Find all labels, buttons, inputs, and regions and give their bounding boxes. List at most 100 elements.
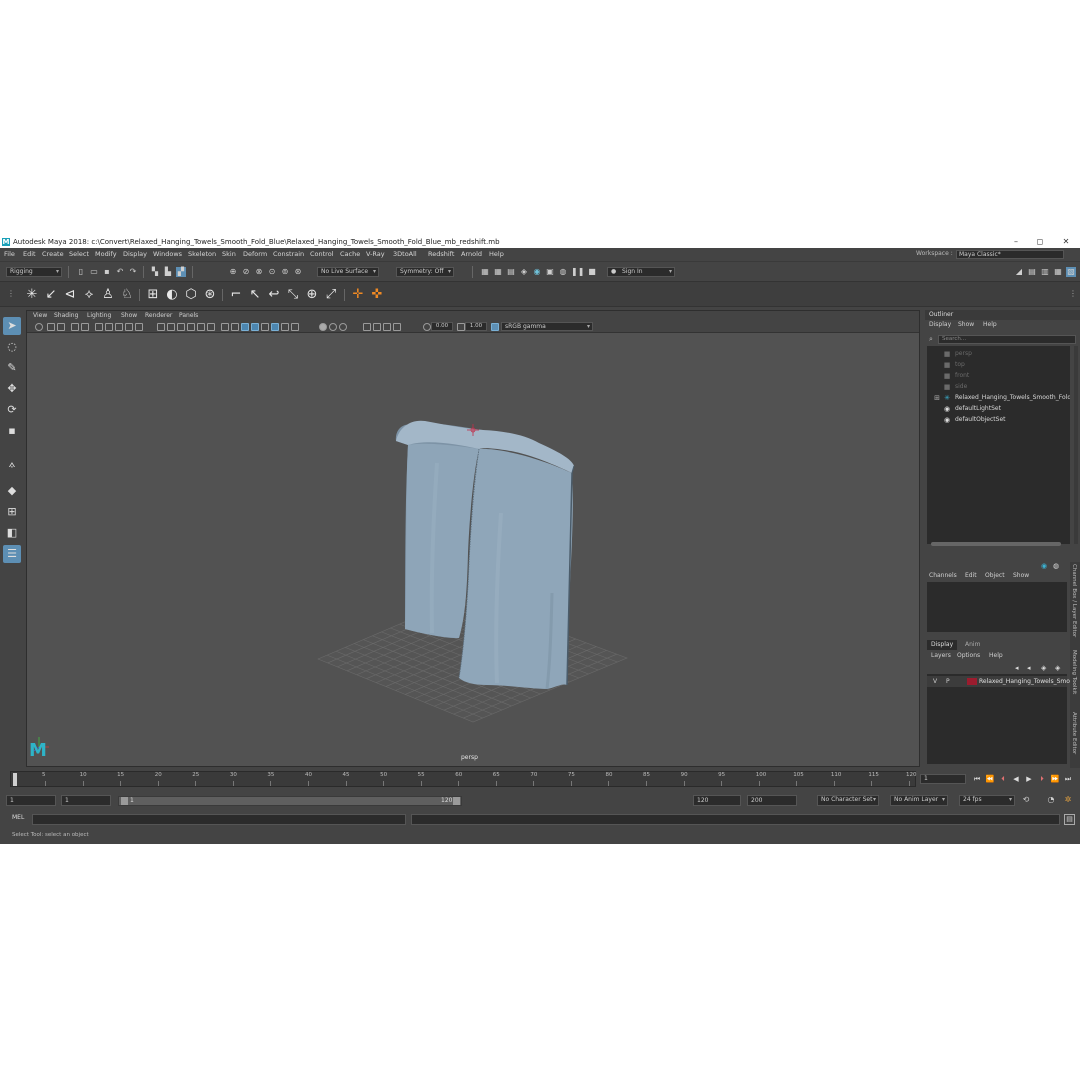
menu-vray[interactable]: V-Ray xyxy=(366,248,385,260)
panel-menu-show[interactable]: Show xyxy=(121,311,137,321)
outliner-item-default-light-set[interactable]: ◉ defaultLightSet xyxy=(927,403,1070,414)
playback-end-field[interactable]: 120 xyxy=(693,795,741,806)
new-layer-selected-icon[interactable]: ◈ xyxy=(1055,664,1060,672)
sign-in-button[interactable]: ● Sign In xyxy=(607,267,675,277)
shelf-scroll-icon[interactable]: ⋮ xyxy=(1068,289,1078,299)
depth-of-field-icon[interactable] xyxy=(251,323,259,331)
smooth-shade-icon[interactable] xyxy=(167,323,175,331)
last-tool-icon[interactable]: ⟑ xyxy=(3,455,21,473)
tab-display[interactable]: Display xyxy=(927,640,958,650)
panel-menu-view[interactable]: View xyxy=(33,311,47,321)
snap-surface-icon[interactable]: ⊚ xyxy=(280,267,290,277)
menu-cache[interactable]: Cache xyxy=(340,248,360,260)
panel-menu-panels[interactable]: Panels xyxy=(179,311,198,321)
playhead[interactable] xyxy=(13,773,17,786)
view-transform-select[interactable]: sRGB gamma xyxy=(501,322,593,331)
step-back-frame-icon[interactable]: ⏴ xyxy=(998,774,1008,784)
menu-3dtoall[interactable]: 3DtoAll xyxy=(393,248,417,260)
minimize-button[interactable]: – xyxy=(1006,236,1026,248)
workspace-select[interactable]: Maya Classic* xyxy=(956,250,1064,259)
menu-constrain[interactable]: Constrain xyxy=(273,248,304,260)
menu-redshift[interactable]: Redshift xyxy=(428,248,454,260)
smooth-bind-icon[interactable]: ⟡ xyxy=(81,287,97,303)
image-plane-icon[interactable] xyxy=(57,323,65,331)
snap-live-icon[interactable]: ⊛ xyxy=(293,267,303,277)
redo-icon[interactable]: ↷ xyxy=(128,267,138,277)
menu-skin[interactable]: Skin xyxy=(222,248,236,260)
joint-icon[interactable]: ✳ xyxy=(24,287,40,303)
outliner-item-default-object-set[interactable]: ◉ defaultObjectSet xyxy=(927,414,1070,425)
playback-start-field[interactable]: 1 xyxy=(61,795,111,806)
textured-icon[interactable] xyxy=(187,323,195,331)
menu-control[interactable]: Control xyxy=(310,248,334,260)
menu-create[interactable]: Create xyxy=(42,248,64,260)
select-by-component-icon[interactable]: ▞ xyxy=(176,267,186,277)
parent-constraint-icon[interactable]: ⌐ xyxy=(228,287,244,303)
outliner-horizontal-scrollbar[interactable] xyxy=(931,542,1061,546)
snap-curve-icon[interactable]: ⊘ xyxy=(241,267,251,277)
menuset-select[interactable]: Rigging xyxy=(6,267,62,277)
script-editor-icon[interactable]: ▤ xyxy=(1064,814,1075,825)
outliner-vertical-scrollbar[interactable] xyxy=(1074,346,1078,544)
render-current-icon[interactable]: ▦ xyxy=(480,267,490,277)
step-back-key-icon[interactable]: ⏪ xyxy=(985,774,995,784)
single-pane-layout-icon[interactable]: ◆ xyxy=(3,482,21,500)
panel-menu-shading[interactable]: Shading xyxy=(54,311,78,321)
move-tool-icon[interactable]: ✥ xyxy=(3,380,21,398)
arnold-render-icon[interactable]: ◍ xyxy=(558,267,568,277)
redshift-render-icon[interactable]: ▣ xyxy=(545,267,555,277)
mel-input[interactable] xyxy=(32,814,406,825)
menu-help[interactable]: Help xyxy=(489,248,504,260)
cluster-icon[interactable]: ◐ xyxy=(164,287,180,303)
layer-editor-icon[interactable]: ▧ xyxy=(1066,267,1076,277)
side-tab-modeling-toolkit[interactable]: Modeling Toolkit xyxy=(1071,650,1077,694)
save-scene-icon[interactable]: ▪ xyxy=(102,267,112,277)
gamma-icon[interactable] xyxy=(457,323,465,331)
menu-modify[interactable]: Modify xyxy=(95,248,117,260)
snap-grid-icon[interactable]: ⊕ xyxy=(228,267,238,277)
lasso-tool-icon[interactable]: ◌ xyxy=(3,338,21,356)
layer-visibility-toggle[interactable]: V xyxy=(933,676,937,687)
rotate-tool-icon[interactable]: ⟳ xyxy=(3,401,21,419)
outliner-item-side[interactable]: ■ side xyxy=(927,381,1070,392)
sculpt-icon[interactable]: ⊛ xyxy=(202,287,218,303)
select-tool-icon[interactable]: ➤ xyxy=(3,317,21,335)
film-gate-icon[interactable] xyxy=(105,323,113,331)
tool-settings-icon[interactable]: ▥ xyxy=(1040,267,1050,277)
hud-icon[interactable] xyxy=(363,323,371,331)
side-tab-channel-box[interactable]: Channel Box / Layer Editor xyxy=(1071,564,1077,637)
channel-menu-edit[interactable]: Edit xyxy=(965,572,977,579)
symmetry-select[interactable]: Symmetry: Off xyxy=(396,267,454,277)
move-layer-up-icon[interactable]: ◂ xyxy=(1015,664,1019,672)
move-layer-down-icon[interactable]: ◂ xyxy=(1027,664,1031,672)
animation-preferences-icon[interactable]: ✲ xyxy=(1063,795,1073,805)
outliner-item-persp[interactable]: ■ persp xyxy=(927,348,1070,359)
menu-file[interactable]: File xyxy=(4,248,15,260)
play-forwards-icon[interactable]: ▶ xyxy=(1024,774,1034,784)
menu-skeleton[interactable]: Skeleton xyxy=(188,248,216,260)
paint-select-icon[interactable]: ✎ xyxy=(3,359,21,377)
xray-icon[interactable] xyxy=(271,323,279,331)
point-constraint-icon[interactable]: ↖ xyxy=(247,287,263,303)
ipr-render-icon[interactable]: ▦ xyxy=(493,267,503,277)
panel-menu-lighting[interactable]: Lighting xyxy=(87,311,111,321)
live-surface-select[interactable]: No Live Surface xyxy=(317,267,379,277)
scale-tool-icon[interactable]: ▪ xyxy=(3,422,21,440)
range-bar[interactable]: 1 120 xyxy=(118,796,462,806)
panel-menu-renderer[interactable]: Renderer xyxy=(145,311,172,321)
pause-icon[interactable]: ❚❚ xyxy=(571,267,584,277)
ik-spline-icon[interactable]: ⊲ xyxy=(62,287,78,303)
outliner-item-front[interactable]: ■ front xyxy=(927,370,1070,381)
two-d-pan-icon[interactable] xyxy=(71,323,79,331)
wireframe-on-shaded-icon[interactable] xyxy=(177,323,185,331)
menu-display[interactable]: Display xyxy=(123,248,147,260)
channel-menu-object[interactable]: Object xyxy=(985,572,1005,579)
render-settings-icon[interactable]: ▤ xyxy=(506,267,516,277)
hypershade-icon[interactable]: ◈ xyxy=(519,267,529,277)
humanik-icon[interactable]: ♙ xyxy=(100,287,116,303)
exposure-icon[interactable] xyxy=(423,323,431,331)
aim-constraint-icon[interactable]: ⊕ xyxy=(304,287,320,303)
isolate-select-icon[interactable] xyxy=(261,323,269,331)
stop-icon[interactable]: ■ xyxy=(587,267,597,277)
outliner-menu-help[interactable]: Help xyxy=(983,321,997,328)
